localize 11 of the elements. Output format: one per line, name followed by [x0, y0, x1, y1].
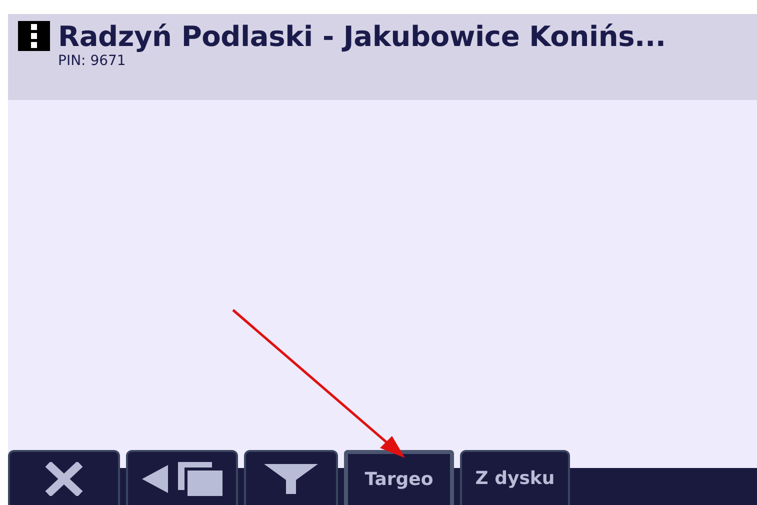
filter-icon	[264, 464, 318, 494]
back-button[interactable]	[126, 450, 238, 505]
close-button[interactable]	[8, 450, 120, 505]
toolbar-tab[interactable]: Z dysku	[460, 450, 570, 505]
menu-dots-icon	[18, 21, 50, 51]
route-title: Radzyń Podlaski - Jakubowice Konińs...	[58, 21, 666, 53]
filter-button[interactable]	[244, 450, 338, 505]
close-icon	[44, 462, 84, 496]
pin-label: PIN: 9671	[58, 53, 127, 69]
toolbar-tab[interactable]: Targeo	[344, 450, 454, 505]
back-windows-icon	[140, 462, 224, 496]
